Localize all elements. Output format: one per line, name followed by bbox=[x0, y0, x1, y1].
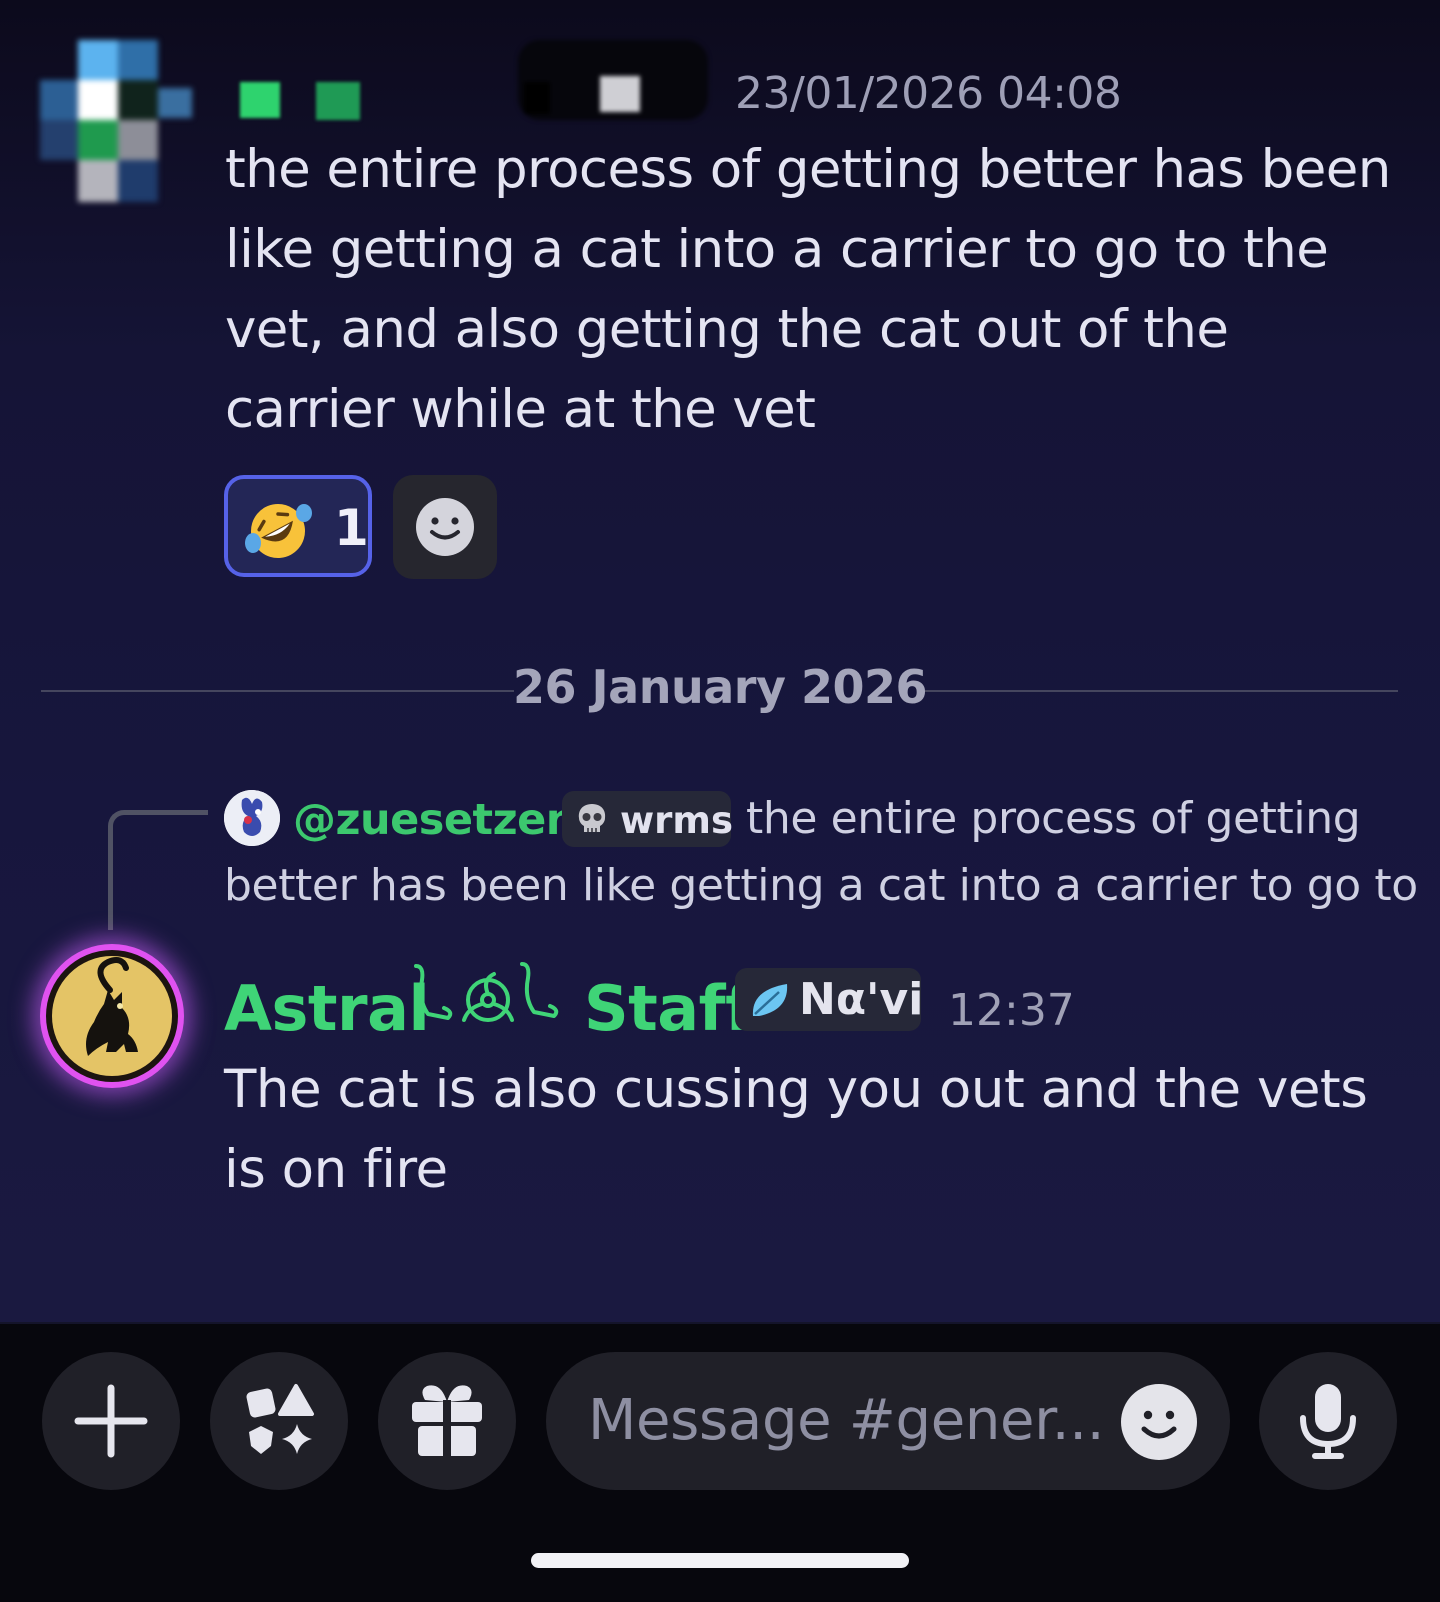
reply-preview-text-continued[interactable]: better has been like getting a cat into … bbox=[224, 860, 1418, 911]
microphone-icon bbox=[1300, 1384, 1356, 1459]
reaction-laughing[interactable]: 1 bbox=[224, 475, 372, 577]
home-indicator[interactable] bbox=[531, 1553, 909, 1568]
leaf-icon bbox=[752, 984, 788, 1016]
apps-icon bbox=[246, 1384, 314, 1454]
reply-user-tag: wrms bbox=[562, 791, 734, 847]
gift-icon bbox=[412, 1385, 482, 1458]
plus-icon bbox=[74, 1384, 148, 1458]
biohazard-snake-icon bbox=[414, 962, 559, 1022]
author-name[interactable]: Astral bbox=[224, 972, 430, 1045]
emoji-icon bbox=[416, 498, 474, 556]
message-timestamp: 12:37 bbox=[948, 985, 1075, 1036]
date-divider: 26 January 2026 bbox=[513, 660, 927, 714]
user-tag: Nα'vi bbox=[735, 968, 924, 1031]
reply-avatar[interactable] bbox=[224, 790, 280, 846]
reply-preview-text[interactable]: the entire process of getting bbox=[746, 793, 1361, 844]
skull-icon bbox=[578, 804, 606, 832]
author-name-suffix[interactable]: Staff bbox=[584, 972, 752, 1045]
user-tag-redacted bbox=[518, 40, 708, 120]
message-input-placeholder: Message #gener... bbox=[588, 1388, 1105, 1453]
avatar-astral[interactable] bbox=[40, 944, 184, 1088]
attach-button[interactable] bbox=[42, 1352, 180, 1490]
avatar-redacted[interactable] bbox=[40, 40, 192, 205]
reply-mention[interactable]: @zuesetzen bbox=[293, 795, 576, 845]
gift-button[interactable] bbox=[378, 1352, 516, 1490]
message-text: The cat is also cussing you out and the … bbox=[224, 1059, 1368, 1200]
divider-line-right bbox=[925, 690, 1398, 692]
message-timestamp: 23/01/2026 04:08 bbox=[735, 68, 1122, 119]
voice-message-button[interactable] bbox=[1259, 1352, 1397, 1490]
emoji-picker-icon[interactable] bbox=[1120, 1383, 1198, 1461]
reaction-count: 1 bbox=[334, 499, 369, 557]
tag-label: Nα'vi bbox=[799, 974, 924, 1025]
add-reaction-button[interactable] bbox=[393, 475, 497, 579]
username-redacted[interactable] bbox=[228, 78, 368, 124]
tag-label: wrms bbox=[620, 799, 734, 842]
divider-line-left bbox=[41, 690, 514, 692]
apps-button[interactable] bbox=[210, 1352, 348, 1490]
reply-connector bbox=[108, 810, 208, 930]
message-text: the entire process of getting better has… bbox=[225, 139, 1391, 440]
rolling-laughing-emoji-icon bbox=[245, 504, 312, 558]
message-input[interactable]: Message #gener... bbox=[546, 1352, 1230, 1490]
